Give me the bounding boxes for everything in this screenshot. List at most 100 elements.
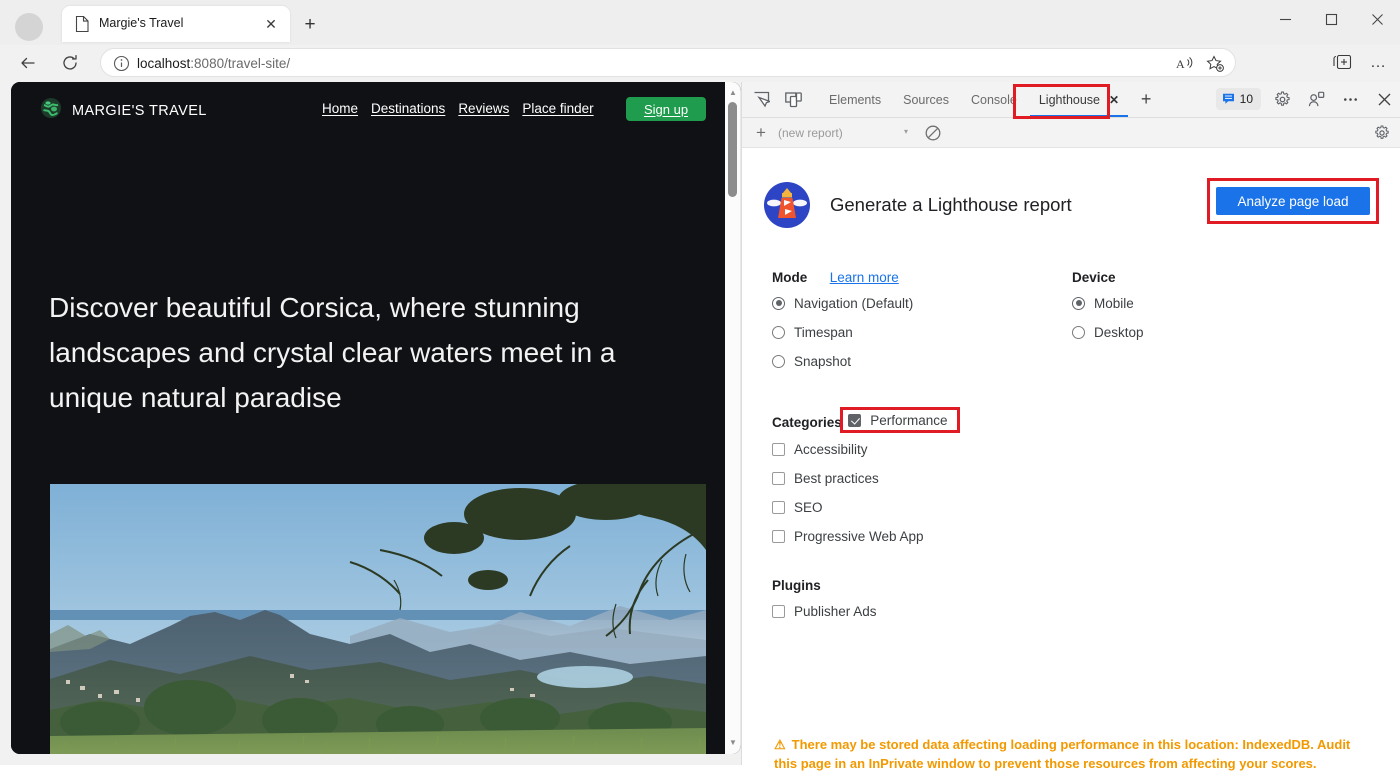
performance-checkbox-highlight: Performance	[840, 407, 959, 433]
new-report-button[interactable]: +	[748, 123, 774, 143]
category-option-accessibility[interactable]: Accessibility	[772, 436, 1072, 462]
tab-sources[interactable]: Sources	[892, 82, 960, 117]
tab-console[interactable]: Console	[960, 82, 1028, 117]
warning-icon: ⚠	[774, 737, 786, 752]
browser-toolbar-actions: …	[1328, 49, 1392, 76]
close-icon[interactable]: ✕	[1109, 93, 1119, 107]
minimize-icon[interactable]	[1262, 3, 1308, 35]
report-select[interactable]: (new report) ▾	[778, 122, 914, 143]
url-path: :8080/travel-site/	[190, 56, 290, 71]
site-nav-item-destinations[interactable]: Destinations	[371, 101, 445, 116]
browser-window: Margie's Travel ✕ + local	[0, 0, 1400, 765]
tab-lighthouse[interactable]: Lighthouse ✕	[1028, 82, 1130, 117]
collections-icon[interactable]	[1328, 49, 1356, 76]
site-nav-item-home[interactable]: Home	[322, 101, 358, 116]
settings-gear-icon[interactable]	[1269, 86, 1295, 112]
status-badge[interactable]: 10	[1216, 88, 1261, 110]
browser-tab[interactable]: Margie's Travel ✕	[62, 6, 290, 42]
mode-section: Mode Learn more Navigation (Default) Tim…	[772, 269, 1072, 374]
site-brand-name: MARGIE'S TRAVEL	[72, 103, 207, 119]
device-option-label: Desktop	[1094, 325, 1144, 340]
radio-button-icon[interactable]	[1072, 326, 1085, 339]
checkbox-icon[interactable]	[772, 605, 785, 618]
read-aloud-icon[interactable]: A	[1173, 53, 1197, 74]
address-bar-actions: A	[1173, 53, 1227, 74]
more-options-icon[interactable]	[1337, 86, 1363, 112]
checkbox-icon[interactable]	[772, 472, 785, 485]
more-options-icon[interactable]: …	[1364, 49, 1392, 76]
categories-section: Categories Performance Accessibility Bes…	[772, 404, 1072, 549]
scrollbar-thumb[interactable]	[728, 102, 737, 197]
maximize-icon[interactable]	[1308, 3, 1354, 35]
plugin-option-publisher-ads[interactable]: Publisher Ads	[772, 598, 1072, 624]
svg-text:A: A	[1176, 57, 1185, 71]
inspect-element-icon[interactable]	[748, 87, 774, 113]
site-header: MARGIE'S TRAVEL Home Destinations Review…	[11, 82, 725, 138]
back-icon[interactable]	[14, 49, 42, 77]
sign-up-button[interactable]: Sign up	[626, 97, 706, 121]
reload-icon[interactable]	[56, 49, 84, 77]
analyze-button-highlight: Analyze page load	[1207, 178, 1379, 224]
scroll-down-icon[interactable]: ▼	[725, 734, 741, 750]
devtools-tab-bar-actions: 10	[1216, 86, 1397, 112]
category-option-label: Best practices	[794, 471, 879, 486]
mode-option-label: Navigation (Default)	[794, 296, 913, 311]
radio-button-icon[interactable]	[772, 355, 785, 368]
site-brand[interactable]: MARGIE'S TRAVEL	[40, 97, 207, 124]
analyze-page-load-button[interactable]: Analyze page load	[1216, 187, 1370, 215]
address-bar[interactable]: localhost:8080/travel-site/ A	[100, 48, 1236, 77]
corsica-landscape-illustration	[50, 484, 706, 754]
lighthouse-title: Generate a Lighthouse report	[830, 194, 1072, 216]
lighthouse-options-right: Device Mobile Desktop	[1072, 269, 1352, 345]
hero-heading: Discover beautiful Corsica, where stunni…	[49, 285, 689, 420]
tab-strip: Margie's Travel ✕ +	[0, 0, 1400, 45]
mode-label: Mode	[772, 270, 807, 285]
page-scrollbar[interactable]: ▲ ▼	[725, 82, 741, 754]
plugin-option-label: Publisher Ads	[794, 604, 877, 619]
customize-icon[interactable]	[1303, 86, 1329, 112]
plugins-section: Plugins Publisher Ads	[772, 577, 1072, 624]
radio-button-icon[interactable]	[1072, 297, 1085, 310]
info-icon[interactable]	[113, 55, 130, 72]
device-option-desktop[interactable]: Desktop	[1072, 319, 1352, 345]
mode-option-snapshot[interactable]: Snapshot	[772, 348, 1072, 374]
page-icon	[75, 16, 89, 32]
category-option-best-practices[interactable]: Best practices	[772, 465, 1072, 491]
radio-button-icon[interactable]	[772, 297, 785, 310]
category-option-label: Accessibility	[794, 442, 868, 457]
device-toolbar-icon[interactable]	[780, 87, 806, 113]
close-devtools-icon[interactable]	[1371, 86, 1397, 112]
chevron-down-icon: ▾	[904, 127, 908, 136]
checkbox-icon[interactable]	[772, 530, 785, 543]
add-panel-button[interactable]: +	[1134, 88, 1158, 112]
close-icon[interactable]: ✕	[262, 15, 280, 33]
category-option-pwa[interactable]: Progressive Web App	[772, 523, 1072, 549]
clear-all-icon[interactable]	[920, 122, 946, 144]
close-window-icon[interactable]	[1354, 3, 1400, 35]
tab-elements[interactable]: Elements	[818, 82, 892, 117]
site-nav-item-place-finder[interactable]: Place finder	[522, 101, 593, 116]
lighthouse-logo-icon	[764, 182, 810, 228]
learn-more-link[interactable]: Learn more	[830, 270, 899, 285]
checkbox-icon[interactable]	[848, 414, 861, 427]
category-option-seo[interactable]: SEO	[772, 494, 1072, 520]
scroll-up-icon[interactable]: ▲	[725, 84, 741, 100]
mode-option-timespan[interactable]: Timespan	[772, 319, 1072, 345]
site-nav-item-reviews[interactable]: Reviews	[458, 101, 509, 116]
lighthouse-header: Generate a Lighthouse report	[764, 182, 1072, 228]
radio-button-icon[interactable]	[772, 326, 785, 339]
checkbox-icon[interactable]	[772, 443, 785, 456]
devtools-tab-bar: Elements Sources Console Lighthouse ✕ + …	[742, 82, 1400, 118]
tab-lighthouse-label: Lighthouse	[1039, 93, 1100, 107]
devtools-panel: Elements Sources Console Lighthouse ✕ + …	[741, 82, 1400, 765]
travel-website: MARGIE'S TRAVEL Home Destinations Review…	[11, 82, 725, 754]
checkbox-icon[interactable]	[772, 501, 785, 514]
add-favorite-icon[interactable]	[1203, 53, 1227, 74]
new-tab-button[interactable]: +	[298, 12, 322, 36]
plugins-label: Plugins	[772, 578, 821, 593]
device-option-mobile[interactable]: Mobile	[1072, 290, 1352, 316]
lighthouse-settings-gear-icon[interactable]	[1371, 122, 1393, 144]
device-option-label: Mobile	[1094, 296, 1134, 311]
mode-option-navigation[interactable]: Navigation (Default)	[772, 290, 1072, 316]
profile-avatar[interactable]	[15, 13, 43, 41]
